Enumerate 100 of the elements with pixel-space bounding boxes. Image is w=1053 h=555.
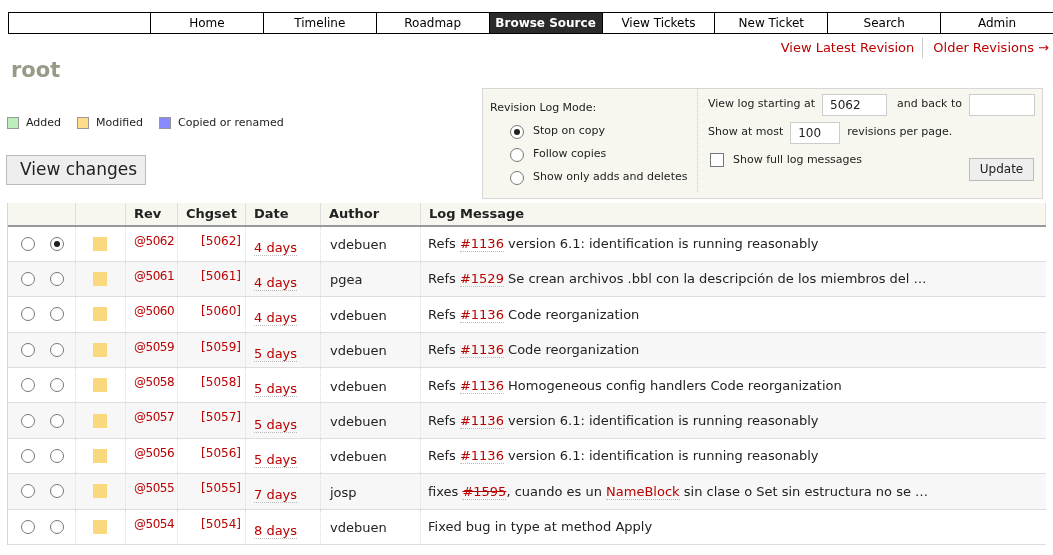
radio-button[interactable]: [21, 236, 35, 251]
revision-link[interactable]: @5062: [134, 233, 175, 248]
radio-button[interactable]: [50, 449, 64, 464]
radio-button[interactable]: [50, 236, 64, 251]
nav-tab[interactable]: View Tickets: [601, 12, 715, 34]
changeset-link[interactable]: [5059]: [201, 339, 241, 354]
older-revisions-link[interactable]: Older Revisions →: [923, 38, 1049, 58]
author-cell-text: vdebuen: [330, 306, 387, 325]
column-header[interactable]: Author: [321, 202, 421, 225]
radio-button[interactable]: [21, 272, 35, 287]
checkbox[interactable]: [710, 153, 724, 167]
changeset-link[interactable]: [5060]: [201, 304, 241, 319]
changeset-link[interactable]: [5057]: [201, 410, 241, 425]
legend-label: Modified: [96, 114, 143, 131]
author-cell-text: josp: [330, 483, 357, 502]
column-header[interactable]: Date: [246, 202, 321, 225]
ticket-link[interactable]: #1136: [459, 306, 504, 323]
revision-link[interactable]: @5060: [134, 304, 175, 319]
date-link[interactable]: 4 days: [254, 275, 298, 292]
changeset-link[interactable]: [5056]: [201, 445, 241, 460]
author-cell-text: vdebuen: [330, 448, 387, 467]
changeset-link[interactable]: [5062]: [201, 233, 241, 248]
radio-button[interactable]: [21, 449, 35, 464]
log-message: Refs #1136 version 6.1: identification is running reasonably: [428, 447, 819, 466]
log-mode-label: Revision Log Mode:: [490, 99, 598, 116]
mode-label: Follow copies: [533, 146, 607, 163]
date-link[interactable]: 4 days: [254, 310, 298, 327]
legend-label: Added: [26, 114, 62, 131]
date-link[interactable]: 5 days: [254, 416, 298, 433]
revision-link[interactable]: @5058: [134, 375, 175, 390]
revision-link[interactable]: @5054: [134, 516, 175, 531]
log-message: fixes #1595, cuando es un NameBlock sin clase o Set sin estructura no se …: [428, 482, 929, 502]
revision-link[interactable]: @5055: [134, 481, 175, 496]
ticket-link[interactable]: #1595: [462, 483, 507, 500]
nav-tab[interactable]: Browse Source: [488, 12, 602, 34]
column-header[interactable]: Rev: [126, 202, 178, 225]
revision-link[interactable]: @5059: [134, 339, 175, 354]
nav-tab[interactable]: Roadmap: [375, 12, 489, 34]
radio-button[interactable]: [50, 272, 64, 287]
date-link[interactable]: 4 days: [254, 239, 298, 256]
date-link[interactable]: 5 days: [254, 345, 298, 362]
log-message: Refs #1136 Code reorganization: [428, 305, 640, 325]
legend-label: Copied or renamed: [178, 114, 284, 131]
radio-button[interactable]: [21, 378, 35, 393]
nav-tab[interactable]: Home: [150, 12, 263, 34]
ticket-link[interactable]: #1529: [459, 271, 504, 288]
radio-button[interactable]: [21, 519, 35, 534]
radio-button[interactable]: [50, 519, 64, 534]
update-button[interactable]: Update: [969, 157, 1034, 181]
view-changes-button[interactable]: View changes: [6, 155, 146, 185]
date-link[interactable]: 5 days: [254, 381, 298, 398]
nav-tab[interactable]: Timeline: [262, 12, 376, 34]
author-cell-text: vdebuen: [330, 412, 387, 431]
date-link[interactable]: 8 days: [254, 522, 298, 539]
limit-field[interactable]: 100: [790, 121, 841, 144]
ticket-link[interactable]: #1136: [459, 377, 504, 394]
ticket-link[interactable]: #1136: [459, 342, 504, 359]
log-message: Refs #1529 Se crean archivos .bbl con la descripción de los miembros del …: [428, 270, 927, 289]
ticket-link[interactable]: NameBlock: [606, 483, 680, 500]
nav-tab[interactable]: Search: [827, 12, 941, 34]
radio-button[interactable]: [510, 170, 524, 185]
radio-button[interactable]: [50, 307, 64, 322]
radio-button[interactable]: [510, 124, 524, 139]
changeset-link[interactable]: [5055]: [201, 481, 241, 496]
radio-button[interactable]: [21, 307, 35, 322]
ticket-link[interactable]: #1136: [459, 412, 504, 429]
changeset-link[interactable]: [5054]: [201, 516, 241, 531]
radio-button[interactable]: [21, 342, 35, 357]
date-link[interactable]: 7 days: [254, 487, 298, 504]
log-message: Refs #1136 version 6.1: identification is running reasonably: [428, 234, 819, 254]
column-header[interactable]: Log Message: [421, 202, 1046, 225]
author-cell-text: vdebuen: [330, 342, 387, 361]
radio-button[interactable]: [510, 147, 524, 162]
radio-button[interactable]: [21, 413, 35, 428]
nav-tab[interactable]: New Ticket: [714, 12, 828, 34]
log-message: Refs #1136 version 6.1: identification is running reasonably: [428, 411, 819, 431]
nav-tab[interactable]: Admin: [940, 12, 1053, 34]
full-messages-label: Show full log messages: [733, 151, 863, 168]
limit-suffix: revisions per page.: [847, 124, 953, 141]
limit-label: Show at most: [708, 124, 784, 141]
revision-link[interactable]: @5056: [134, 445, 175, 460]
changeset-link[interactable]: [5061]: [201, 268, 241, 283]
revision-link[interactable]: @5057: [134, 410, 175, 425]
revision-link[interactable]: @5061: [134, 268, 175, 283]
ticket-link[interactable]: #1136: [459, 448, 504, 465]
radio-button[interactable]: [21, 484, 35, 499]
date-link[interactable]: 5 days: [254, 452, 298, 469]
view-latest-revision-link[interactable]: View Latest Revision: [780, 38, 924, 58]
log-message: Refs #1136 Homogeneous config handlers Code reorganization: [428, 376, 842, 395]
radio-button[interactable]: [50, 484, 64, 499]
radio-button[interactable]: [50, 413, 64, 428]
changeset-link[interactable]: [5058]: [201, 375, 241, 390]
back-to-field[interactable]: [968, 93, 1035, 116]
author-cell-text: pgea: [330, 271, 363, 290]
radio-button[interactable]: [50, 378, 64, 393]
radio-button[interactable]: [50, 342, 64, 357]
start-revision-field[interactable]: 5062: [822, 93, 888, 116]
column-header[interactable]: Chgset: [178, 202, 246, 225]
ticket-link[interactable]: #1136: [459, 235, 504, 252]
back-label: and back to: [897, 96, 962, 113]
